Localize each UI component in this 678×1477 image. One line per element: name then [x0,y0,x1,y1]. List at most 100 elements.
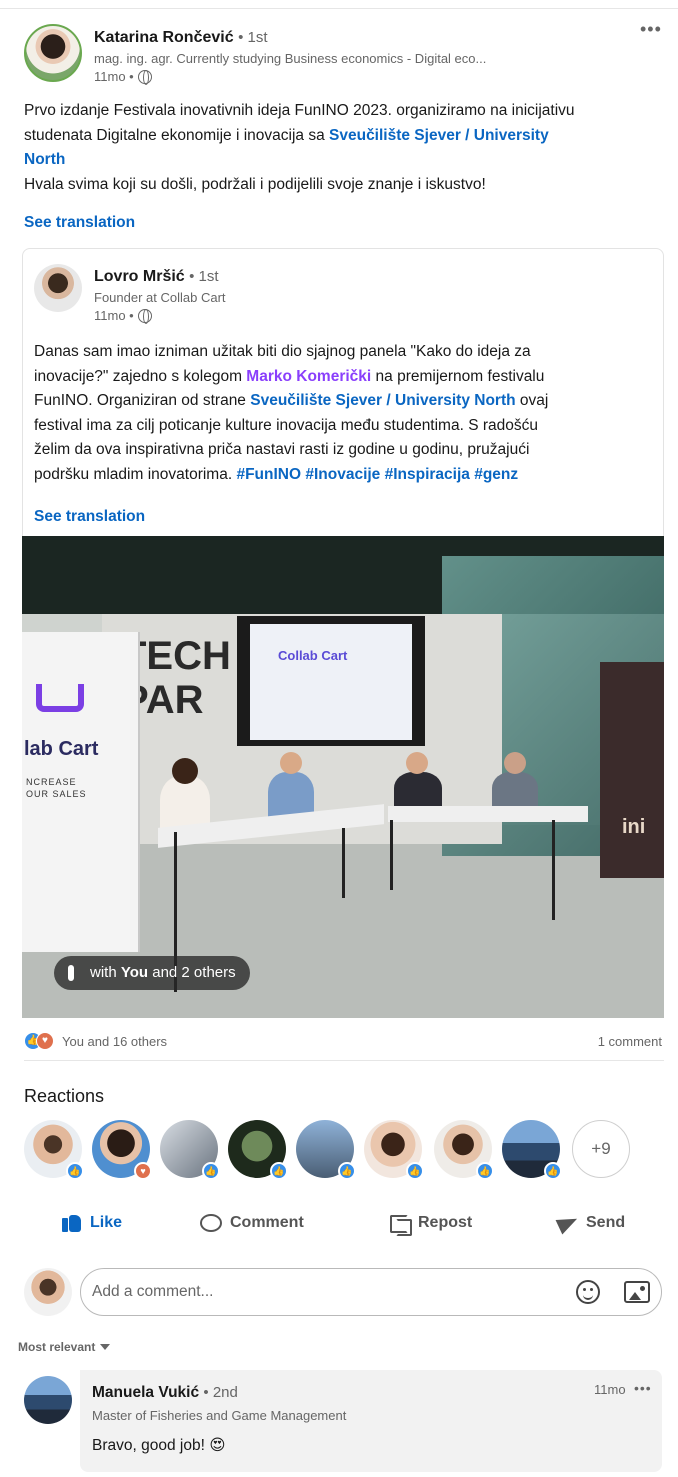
comment-icon [200,1214,222,1232]
commenter-degree: • 2nd [203,1384,238,1401]
more-reactors-button[interactable]: +9 [572,1120,630,1178]
like-badge-icon: 👍 [270,1162,288,1180]
reactions-title: Reactions [24,1086,105,1106]
author-headline: mag. ing. agr. Currently studying Busine… [94,51,487,66]
thumbs-up-icon [60,1212,82,1234]
shared-text-line: Danas sam imao izniman užitak biti dio s… [34,343,531,360]
current-user-avatar[interactable] [24,1268,72,1316]
like-badge-icon: 👍 [476,1162,494,1180]
like-badge-icon: 👍 [66,1162,84,1180]
post-text-line: Hvala svima koji su došli, podržali i po… [24,175,486,193]
shared-author-headline: Founder at Collab Cart [94,290,226,305]
comment-text: Bravo, good job! 😍 [92,1437,226,1454]
reactor-avatar[interactable]: 👍 [296,1120,356,1180]
reactor-avatar[interactable]: ♥ [92,1120,152,1180]
author-avatar[interactable] [24,24,82,82]
shared-text-span: inovacije?" zajedno s kolegom [34,367,247,385]
see-translation-link[interactable]: See translation [24,214,135,232]
shared-text-line: FunINO. Organiziran od strane Sveučilišt… [34,389,654,414]
globe-icon [137,308,152,324]
reactor-avatar[interactable]: 👍 [364,1120,424,1180]
like-badge-icon: 👍 [202,1162,220,1180]
shared-text-line: podršku mladim inovatorima. #FunINO #Ino… [34,463,654,488]
repost-label: Repost [418,1214,473,1231]
reactor-avatar[interactable]: 👍 [434,1120,494,1180]
comment-more-icon[interactable]: ••• [634,1380,652,1396]
shared-see-translation-link[interactable]: See translation [34,508,145,526]
comment-time: 11mo [594,1382,626,1397]
shared-author-name[interactable]: Lovro Mršić • 1st [94,268,219,286]
post-text: Prvo izdanje Festivala inovativnih ideja… [24,99,654,197]
org-mention-link[interactable]: Sveučilište Sjever / University North [250,392,515,409]
commenter-headline: Master of Fisheries and Game Management [92,1408,347,1423]
comments-count[interactable]: 1 comment [598,1034,662,1049]
author-name-text[interactable]: Katarina Rončević [94,29,234,46]
globe-icon [137,69,152,85]
post-meta: 11mo • [94,69,152,85]
author-name[interactable]: Katarina Rončević • 1st [94,29,268,47]
photo-right-banner-text: ini [622,816,646,838]
comment-input[interactable] [92,1280,552,1304]
shared-author-name-text[interactable]: Lovro Mršić [94,268,185,285]
table-leg [342,828,345,898]
photo-banner-slogan: NCREASE OUR SALES [26,777,87,799]
reactor-avatar[interactable]: 👍 [228,1120,288,1180]
post-time: 11mo • [94,69,134,84]
emoji-icon[interactable] [576,1280,600,1304]
send-button[interactable]: Send [556,1206,625,1240]
panelist-4-head [504,752,526,774]
love-reaction-icon: ♥ [36,1032,54,1050]
shared-author-degree: • 1st [189,268,219,285]
tagged-people-chip[interactable]: with You and 2 others [54,956,250,990]
table-leg [552,820,555,920]
org-mention-link-cont[interactable]: North [24,151,65,168]
post-text-line: studenata Digitalne ekonomije i inovacij… [24,124,654,149]
love-badge-icon: ♥ [134,1162,152,1180]
commenter-name[interactable]: Manuela Vukić • 2nd [92,1384,238,1402]
top-divider [0,8,678,9]
reactions-count[interactable]: You and 16 others [62,1034,167,1049]
divider [24,1060,664,1061]
more-options-icon[interactable]: ••• [640,20,662,38]
shared-post-text: Danas sam imao izniman užitak biti dio s… [34,340,654,487]
person-icon [68,965,74,981]
send-icon [556,1212,578,1234]
org-mention-link[interactable]: Sveučilište Sjever / University [329,127,549,144]
commenter-name-text[interactable]: Manuela Vukić [92,1384,199,1401]
repost-button[interactable]: Repost [388,1206,472,1240]
repost-icon [388,1212,412,1236]
photo-right-banner [600,662,664,878]
sort-dropdown[interactable]: Most relevant [18,1340,111,1354]
reaction-icons[interactable]: 👍 ♥ [24,1032,60,1050]
shared-post-time: 11mo • [94,308,134,323]
caret-down-icon [100,1344,111,1350]
sort-label: Most relevant [18,1340,96,1354]
post-text-span: studenata Digitalne ekonomije i inovacij… [24,126,330,144]
reactor-avatar[interactable]: 👍 [160,1120,220,1180]
panelist-3-head [406,752,428,774]
like-badge-icon: 👍 [544,1162,562,1180]
shared-text-line: festival ima za cilj poticanje kulture i… [34,416,538,434]
table-leg [390,820,393,890]
like-badge-icon: 👍 [338,1162,356,1180]
person-mention-link[interactable]: Marko Komerički [246,368,371,385]
hashtag-links[interactable]: #FunINO #Inovacije #Inspiracija #genz [236,466,518,483]
shared-post-meta: 11mo • [94,308,152,324]
post-text-line: Prvo izdanje Festivala inovativnih ideja… [24,102,575,119]
shared-author-avatar[interactable] [34,264,82,312]
post-photo[interactable]: TECH PAR Collab Cart lab Cart NCREASE OU… [22,536,664,1018]
shared-text-line: inovacije?" zajedno s kolegom Marko Kome… [34,365,654,390]
like-label: Like [90,1214,123,1231]
send-label: Send [586,1214,626,1231]
author-degree: • 1st [238,29,268,46]
reactor-avatar[interactable]: 👍 [24,1120,84,1180]
image-icon[interactable] [624,1281,650,1303]
reactor-avatar[interactable]: 👍 [502,1120,562,1180]
tag-prefix: with [90,964,121,981]
tag-you: You [120,964,149,981]
comment-button[interactable]: Comment [200,1206,304,1240]
cart-icon [36,684,84,712]
commenter-avatar[interactable] [24,1376,72,1424]
like-button[interactable]: Like [60,1206,122,1240]
photo-banner-brand: lab Cart [24,738,99,760]
